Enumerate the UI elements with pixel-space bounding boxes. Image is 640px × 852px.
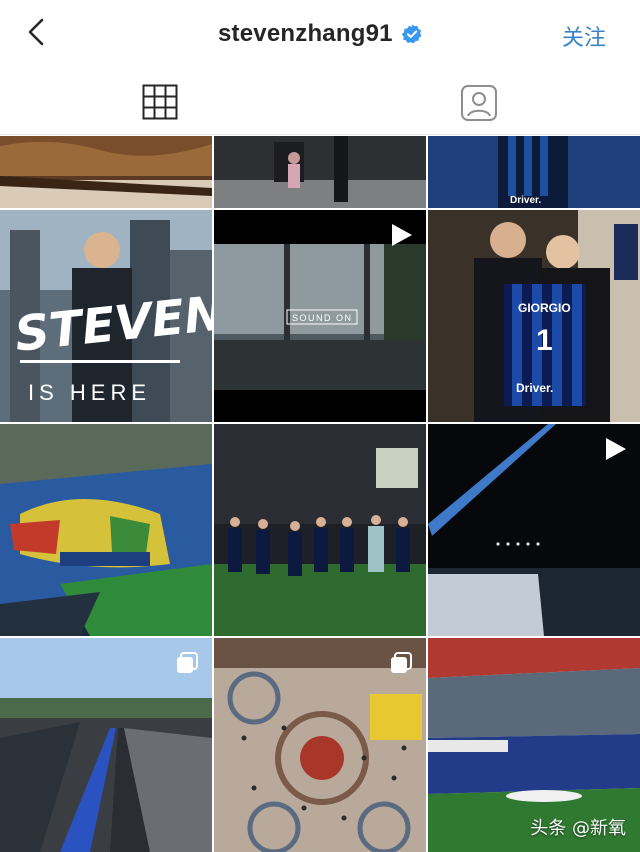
sound-on-text: SOUND ON (292, 313, 353, 323)
carousel-icon (177, 652, 198, 673)
profile-tabs (0, 68, 640, 135)
follow-button[interactable]: 关注 (562, 20, 606, 52)
watermark-text: 头条 @新氧 (530, 818, 626, 839)
post-thumbnail-galleria[interactable] (214, 638, 426, 852)
grid-icon[interactable] (142, 84, 178, 120)
post-thumbnail-racetrack[interactable] (0, 638, 212, 852)
sponsor-text-top: Driver. (510, 195, 541, 206)
post-thumbnail-jersey-top[interactable]: Driver. (428, 136, 640, 208)
post-thumbnail-san-siro[interactable]: 头条 @新氧 (428, 638, 640, 852)
video-play-icon (606, 438, 626, 460)
post-thumbnail-runway[interactable] (214, 136, 426, 208)
verified-badge-icon (401, 24, 422, 44)
tagged-icon[interactable] (460, 84, 498, 122)
post-thumbnail-team-celebration[interactable] (214, 424, 426, 636)
jersey-number-text: 1 (536, 324, 553, 357)
profile-username: stevenzhang91 (218, 17, 423, 51)
post-thumbnail-sound-on-video[interactable]: SOUND ON (214, 210, 426, 422)
back-icon[interactable] (24, 16, 52, 48)
posts-grid: Driver. STEVEN IS HERE SOUND ON GIORGIO … (0, 136, 640, 852)
post-thumbnail-giorgio-jersey[interactable]: GIORGIO 1 Driver. (428, 210, 640, 422)
post-thumbnail-food[interactable] (0, 136, 212, 208)
profile-header: stevenzhang91 关注 (0, 0, 640, 68)
carousel-icon (391, 652, 412, 673)
jersey-sponsor-text: Driver. (516, 381, 553, 395)
is-here-text: IS HERE (28, 380, 151, 405)
watermark: 头条 @新氧 (530, 814, 626, 840)
post-thumbnail-steven-is-here[interactable]: STEVEN IS HERE (0, 210, 212, 422)
jersey-name-text: GIORGIO (518, 301, 571, 315)
username-text: stevenzhang91 (218, 20, 393, 47)
video-play-icon (392, 224, 412, 246)
post-thumbnail-night-video[interactable] (428, 424, 640, 636)
post-thumbnail-stadium-choreo[interactable] (0, 424, 212, 636)
